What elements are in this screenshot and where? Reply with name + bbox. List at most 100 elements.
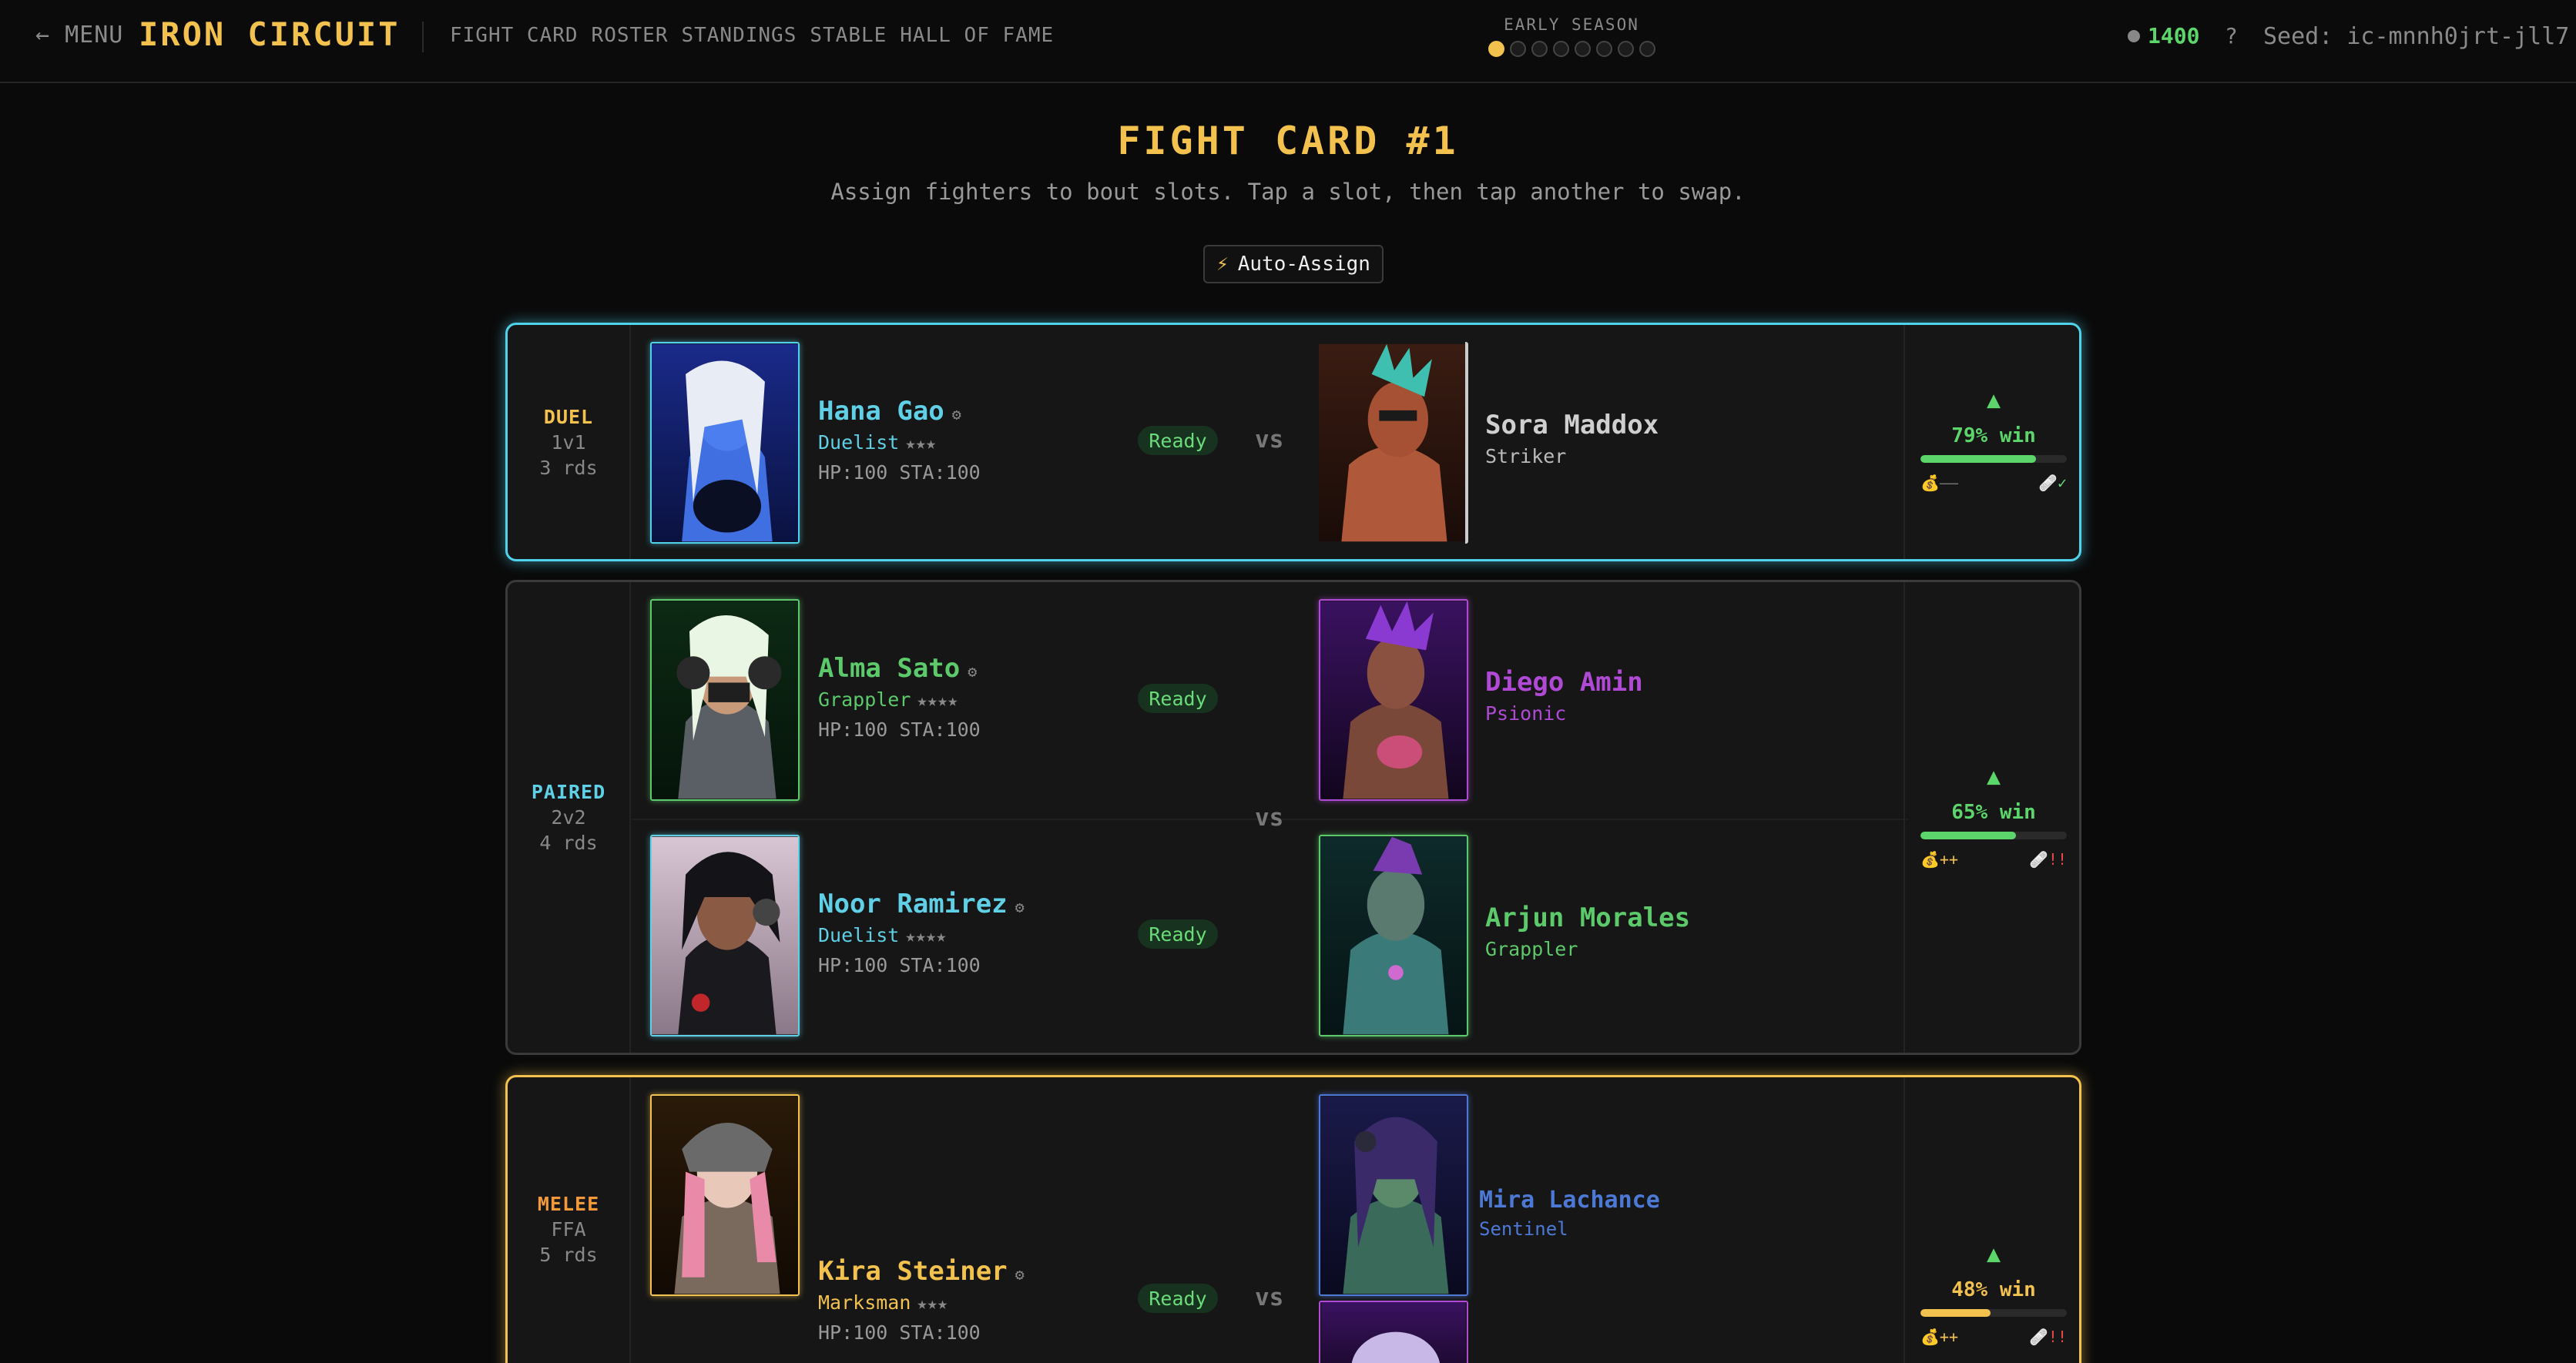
bout-rounds: 4 rds — [539, 832, 598, 854]
star-rating: ★★★ — [917, 1294, 948, 1314]
bout-info: DUEL 1v1 3 rds — [508, 325, 631, 559]
opponent-slot[interactable]: Diego Amin Psionic — [1319, 599, 1704, 801]
header-divider — [422, 22, 424, 52]
opponent-name: Arjun Morales — [1485, 903, 1691, 933]
fighter-stats: HP:100 STA:100 — [818, 1321, 981, 1344]
fighter-stats: HP:100 STA:100 — [818, 461, 981, 484]
season-progress-dots — [1464, 41, 1679, 57]
opponent-name: Sora Maddox — [1485, 410, 1659, 440]
season-dot — [1552, 41, 1569, 57]
win-percent: 65% win — [1951, 801, 2036, 824]
opponent-slot[interactable]: Arjun Morales Grappler — [1319, 835, 1704, 1036]
nav-stable[interactable]: STABLE — [810, 24, 887, 47]
fighter-stats: HP:100 STA:100 — [818, 718, 981, 741]
opponent-slot[interactable]: Sora Maddox Striker — [1319, 342, 1704, 544]
opponent-role: Sentinel — [1479, 1218, 1568, 1240]
fighter-portrait — [650, 599, 800, 801]
ready-badge: Ready — [1138, 426, 1218, 455]
gear-icon[interactable]: ⚙ — [968, 662, 977, 681]
gear-icon[interactable]: ⚙ — [952, 405, 961, 424]
season-dot — [1531, 41, 1548, 57]
gear-icon[interactable]: ⚙ — [1015, 898, 1025, 916]
opponent-portrait — [1319, 1094, 1468, 1296]
season-dot — [1639, 41, 1655, 57]
bout-format: 1v1 — [551, 430, 586, 454]
star-rating: ★★★ — [905, 434, 937, 454]
bout-melee[interactable]: MELEE FFA 5 rds Kira Steiner ⚙ Marksman ★★… — [505, 1075, 2081, 1363]
bout-type: MELEE — [537, 1192, 600, 1215]
season-dot — [1595, 41, 1612, 57]
fighter-portrait — [650, 835, 800, 1036]
fighter-portrait — [650, 342, 800, 544]
win-bar — [1920, 455, 2067, 463]
purse-modifier: 💰++ — [1920, 850, 1958, 869]
bout-modifiers: 💰++ 🩹!! — [1920, 1328, 2067, 1346]
vs-label: vs — [1255, 1284, 1284, 1311]
fighter-name: Alma Sato ⚙ — [818, 653, 978, 684]
nav-standings[interactable]: STANDINGS — [681, 24, 797, 47]
money-display: 1400 — [2128, 23, 2199, 49]
purse-modifier: 💰++ — [1920, 1328, 1958, 1346]
menu-button[interactable]: ← MENU — [35, 22, 123, 49]
triangle-up-icon: ▲ — [1986, 1241, 2001, 1268]
bout-rounds: 5 rds — [539, 1243, 598, 1266]
opponent-name: Mira Lachance — [1479, 1187, 1660, 1214]
win-bar-fill — [1920, 1309, 1991, 1317]
star-rating: ★★★★ — [917, 692, 958, 711]
vs-label: vs — [1255, 426, 1284, 454]
bout-duel[interactable]: DUEL 1v1 3 rds Hana Gao ⚙ Duelist ★★★ HP:1… — [505, 323, 2081, 561]
opponent-role: Striker — [1485, 445, 1567, 467]
bout-format: 2v2 — [551, 806, 586, 829]
triangle-up-icon: ▲ — [1986, 763, 2001, 790]
win-panel: ▲ 79% win 💰—— 🩹✓ — [1903, 325, 2079, 559]
win-bar-fill — [1920, 455, 2037, 463]
fighter-name: Kira Steiner ⚙ — [818, 1256, 1025, 1287]
win-percent: 79% win — [1951, 424, 2036, 447]
fighter-slot[interactable]: Hana Gao ⚙ Duelist ★★★ HP:100 STA:100 — [650, 342, 1112, 544]
nav-fight-card[interactable]: FIGHT CARD — [450, 24, 579, 47]
opponent-slot[interactable]: Mira Lachance Sentinel — [1319, 1094, 1704, 1363]
page-subtitle: Assign fighters to bout slots. Tap a slo… — [830, 179, 1746, 205]
opponent-portrait — [1319, 342, 1468, 544]
win-panel: ▲ 65% win 💰++ 🩹!! — [1903, 582, 2079, 1053]
help-button[interactable]: ? — [2225, 23, 2238, 49]
season-dot — [1509, 41, 1526, 57]
triangle-up-icon: ▲ — [1986, 387, 2001, 414]
nav-roster[interactable]: ROSTER — [592, 24, 669, 47]
lightning-bolt-icon: ⚡ — [1216, 253, 1229, 276]
bout-modifiers: 💰—— 🩹✓ — [1920, 474, 2067, 492]
injury-modifier: 🩹✓ — [2038, 474, 2067, 492]
opponent-portrait — [1319, 835, 1468, 1036]
season-dot — [1574, 41, 1591, 57]
win-bar — [1920, 1309, 2067, 1317]
fighter-slot[interactable]: Alma Sato ⚙ Grappler ★★★★ HP:100 STA:100 — [650, 599, 1112, 801]
fighter-slot[interactable]: Kira Steiner ⚙ Marksman ★★★ HP:100 STA:100 — [650, 1094, 1112, 1344]
top-bar: ← MENU IRON CIRCUIT FIGHT CARD ROSTER ST… — [0, 0, 2576, 83]
bout-type: PAIRED — [531, 781, 606, 803]
seed-label: Seed: ic-mnnh0jrt-jll7 — [2263, 23, 2570, 50]
injury-modifier: 🩹!! — [2029, 850, 2067, 869]
ready-badge: Ready — [1138, 684, 1218, 713]
fighter-portrait — [650, 1094, 800, 1296]
fighter-name: Hana Gao ⚙ — [818, 396, 961, 427]
purse-modifier: 💰—— — [1920, 474, 1958, 492]
coin-icon — [2128, 29, 2140, 42]
win-bar-fill — [1920, 832, 2016, 839]
fighter-role: Duelist ★★★★ — [818, 924, 947, 946]
bout-type: DUEL — [543, 405, 594, 428]
ready-badge: Ready — [1138, 1284, 1218, 1313]
bout-info: MELEE FFA 5 rds — [508, 1077, 631, 1363]
fighter-slot[interactable]: Noor Ramirez ⚙ Duelist ★★★★ HP:100 STA:100 — [650, 835, 1112, 1036]
auto-assign-button[interactable]: ⚡ Auto-Assign — [1203, 245, 1384, 283]
nav-hall-of-fame[interactable]: HALL OF FAME — [900, 24, 1054, 47]
season-dot — [1617, 41, 1634, 57]
star-rating: ★★★★ — [905, 927, 947, 946]
bout-info: PAIRED 2v2 4 rds — [508, 582, 631, 1053]
ready-badge: Ready — [1138, 919, 1218, 949]
gear-icon[interactable]: ⚙ — [1015, 1265, 1025, 1284]
bout-paired[interactable]: PAIRED 2v2 4 rds Alma Sato ⚙ Grappler ★★★★… — [505, 580, 2081, 1055]
win-bar — [1920, 832, 2067, 839]
win-percent: 48% win — [1951, 1278, 2036, 1301]
opponent-role: Grappler — [1485, 938, 1578, 960]
season-indicator: EARLY SEASON — [1464, 15, 1679, 57]
